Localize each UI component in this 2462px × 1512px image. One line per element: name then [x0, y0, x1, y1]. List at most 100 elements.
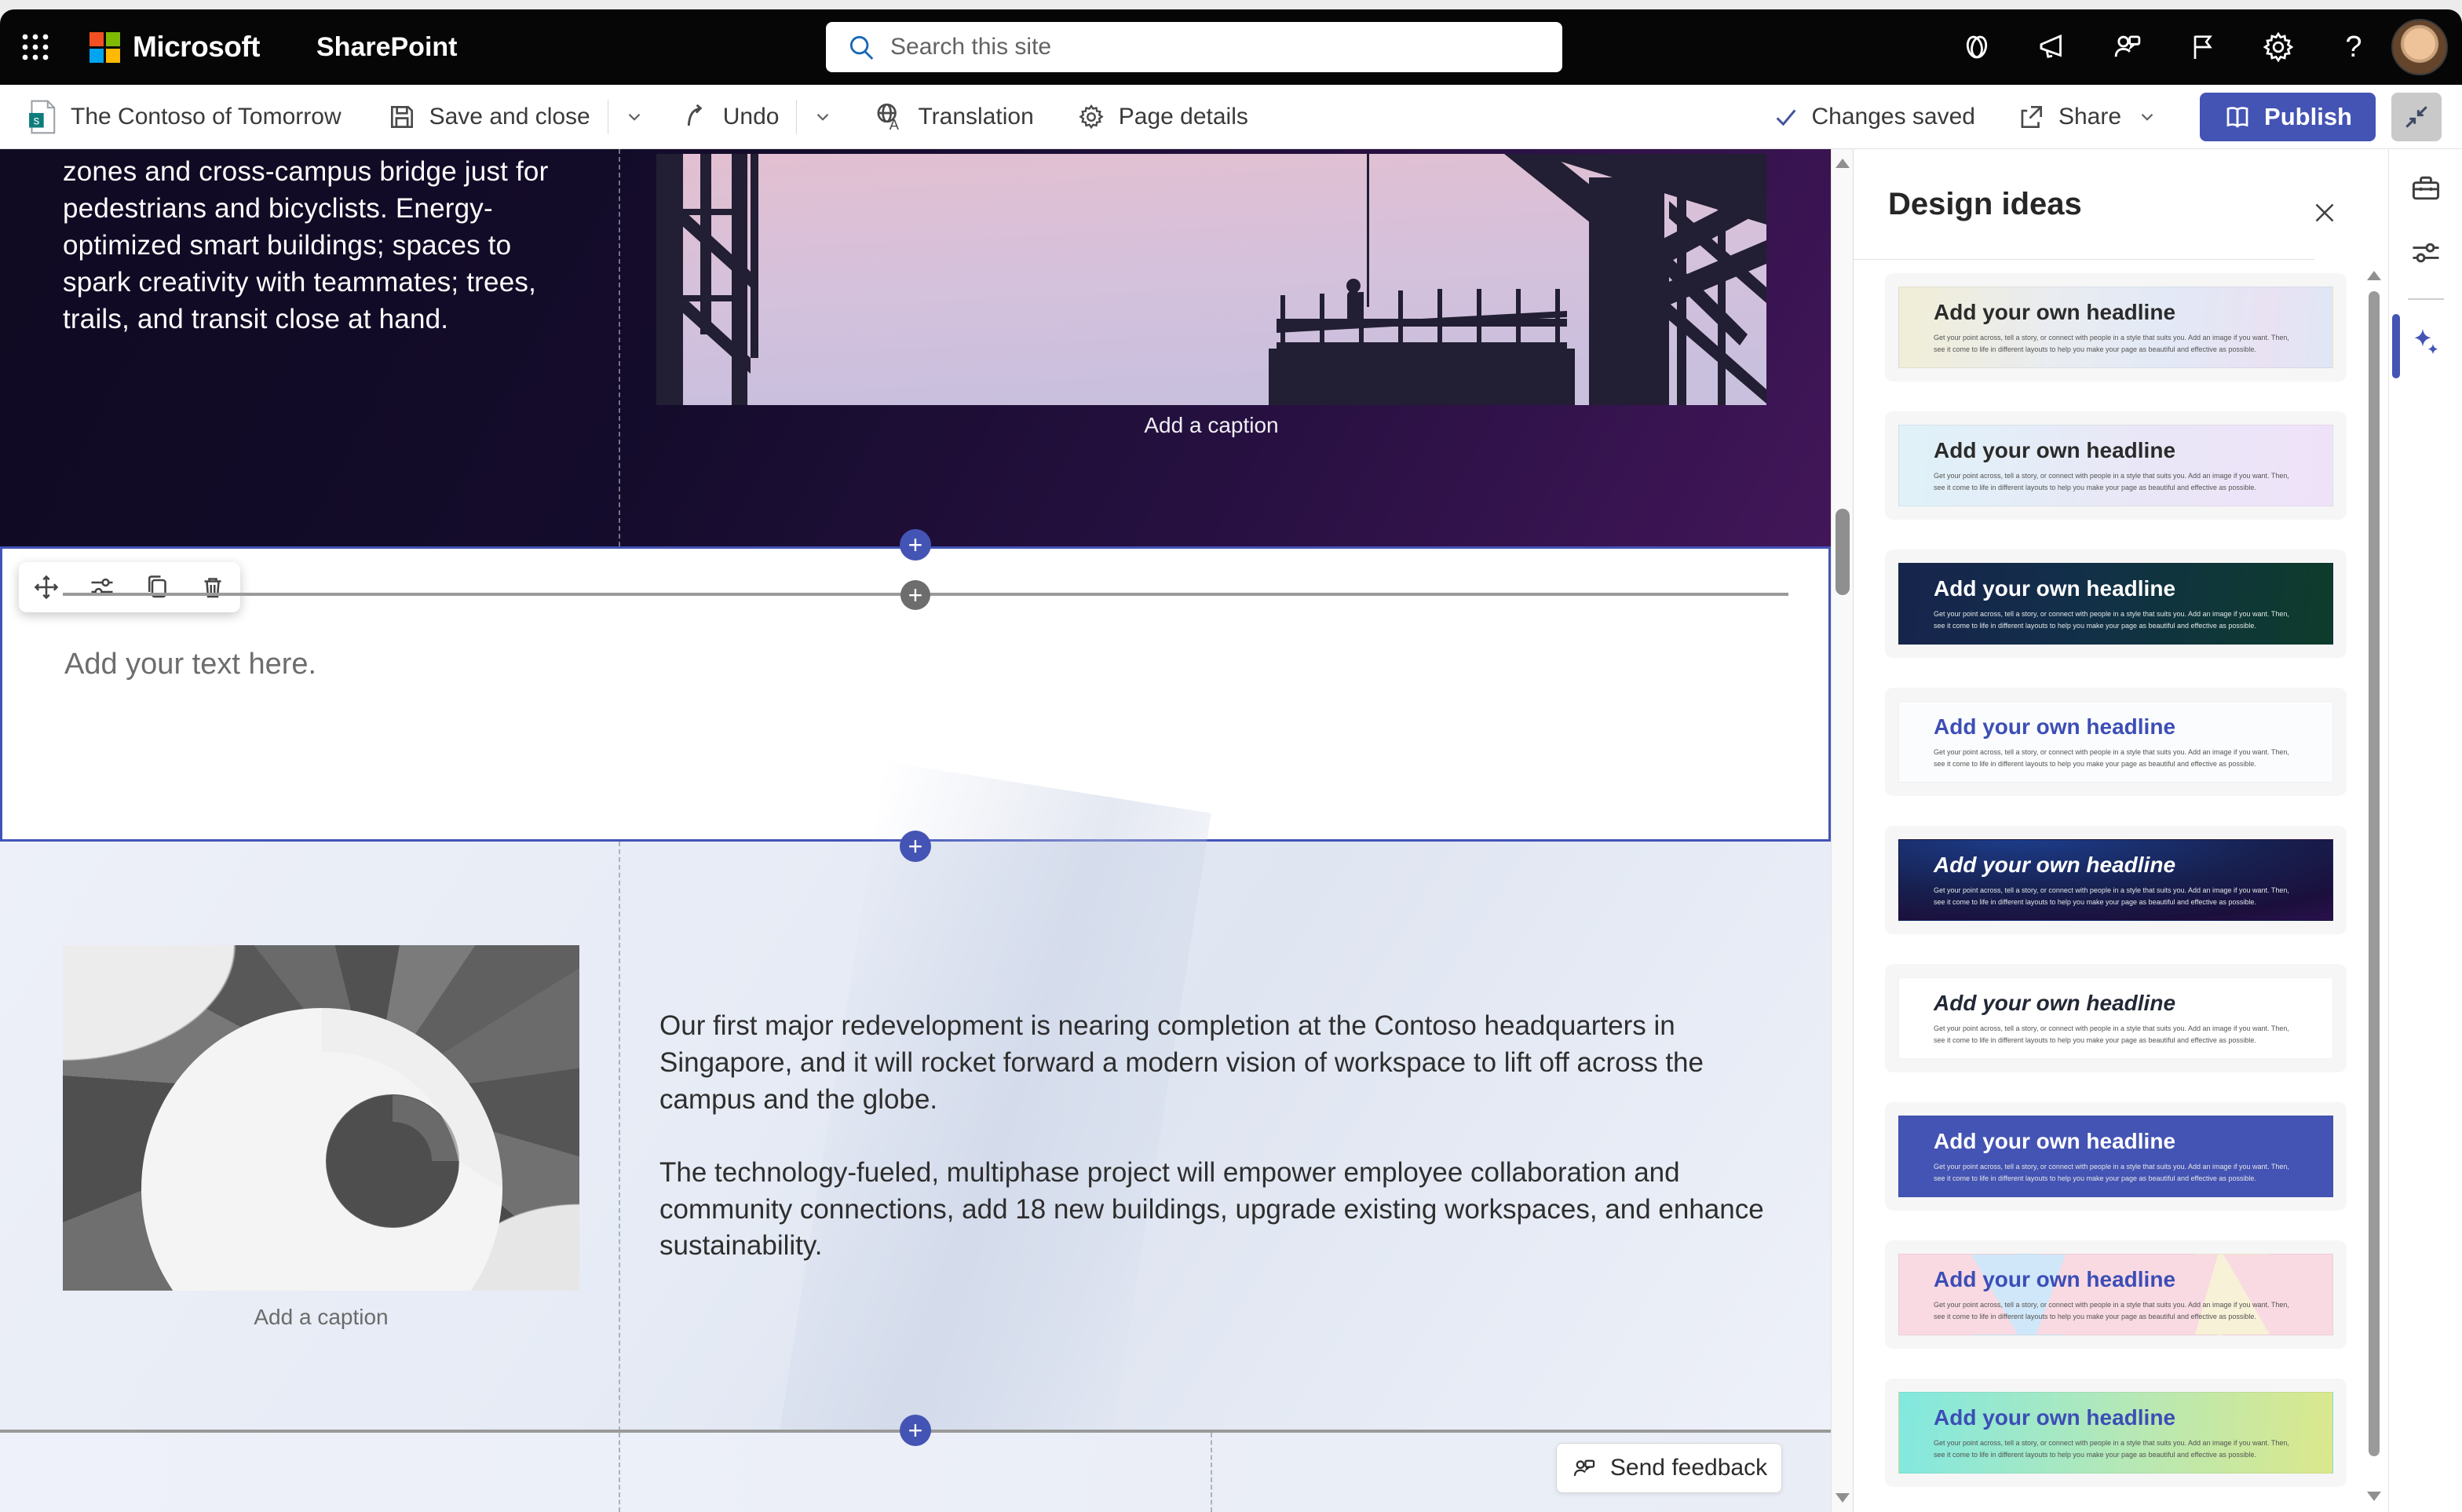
panel-scrollbar[interactable]	[2365, 260, 2383, 1512]
image-caption-placeholder[interactable]: Add a caption	[63, 1305, 579, 1330]
add-webpart-button[interactable]: +	[900, 580, 930, 610]
copilot-icon	[1966, 35, 1988, 59]
svg-text:s: s	[34, 114, 40, 127]
settings-button[interactable]	[2256, 25, 2300, 69]
design-card-headline: Add your own headline	[1934, 438, 2176, 463]
feedback-person-icon	[1573, 1459, 1595, 1477]
design-card-description: Get your point across, tell a story, or …	[1934, 1024, 2289, 1044]
publish-button[interactable]: Publish	[2200, 92, 2376, 141]
body-text-webpart[interactable]: Our first major redevelopment is nearing…	[659, 1008, 1774, 1301]
text-webpart-placeholder[interactable]: Add your text here.	[64, 648, 316, 681]
share-button[interactable]: Share	[2016, 102, 2121, 132]
collapse-arrows-icon	[2405, 105, 2427, 128]
app-launcher-button[interactable]	[0, 9, 71, 85]
hero-text[interactable]: zones and cross-campus bridge just for p…	[63, 154, 565, 338]
page-file-icon: s	[29, 100, 56, 133]
design-card-headline: Add your own headline	[1934, 1267, 2176, 1292]
canvas-scrollbar[interactable]	[1831, 149, 1853, 1512]
plus-icon: +	[908, 832, 923, 860]
scroll-down-arrow[interactable]	[2367, 1492, 2381, 1501]
design-card-description: Get your point across, tell a story, or …	[1934, 1439, 2289, 1459]
undo-button[interactable]: Undo	[681, 102, 780, 132]
translation-icon: A	[877, 103, 900, 132]
design-card-headline: Add your own headline	[1934, 853, 2176, 878]
delete-webpart-button[interactable]	[189, 565, 236, 609]
scroll-down-arrow[interactable]	[1836, 1493, 1850, 1503]
staircase-image[interactable]	[63, 945, 579, 1291]
page-title-item[interactable]: s The Contoso of Tomorrow	[27, 100, 342, 134]
design-idea-card[interactable]: Add your own headline Get your point acr…	[1885, 1379, 2347, 1487]
image-caption-placeholder[interactable]: Add a caption	[656, 413, 1766, 438]
share-icon	[2021, 105, 2042, 128]
announcements-button[interactable]	[2030, 25, 2074, 69]
editor-main: zones and cross-campus bridge just for p…	[0, 149, 2462, 1512]
properties-pane-button[interactable]	[2405, 232, 2447, 274]
design-idea-card[interactable]: Add your own headline Get your point acr…	[1885, 964, 2347, 1072]
save-status-label: Changes saved	[1811, 103, 1975, 130]
save-and-close-label: Save and close	[429, 103, 590, 130]
design-card-description: Get your point across, tell a story, or …	[1934, 886, 2289, 906]
toolbox-button[interactable]	[2405, 167, 2447, 210]
design-card-headline: Add your own headline	[1934, 714, 2176, 740]
undo-options-chevron[interactable]	[808, 102, 838, 132]
search-input[interactable]	[890, 34, 1518, 60]
help-button[interactable]: ?	[2332, 25, 2376, 69]
copy-icon	[148, 575, 167, 598]
account-avatar[interactable]	[2391, 19, 2448, 75]
scroll-up-arrow[interactable]	[2367, 271, 2381, 280]
design-card-headline: Add your own headline	[1934, 300, 2176, 325]
add-section-button-middle[interactable]: +	[900, 831, 931, 862]
flag-icon	[2194, 35, 2212, 59]
translation-button[interactable]: A Translation	[874, 101, 1034, 133]
design-card-description: Get your point across, tell a story, or …	[1934, 472, 2289, 491]
page-details-gear-icon	[1079, 104, 1104, 129]
design-ideas-button[interactable]	[2405, 322, 2447, 364]
edit-properties-icon	[91, 578, 113, 597]
add-section-button-top[interactable]: +	[900, 529, 931, 561]
design-idea-card[interactable]: Add your own headline Get your point acr…	[1885, 273, 2347, 382]
suite-name[interactable]: SharePoint	[316, 32, 457, 63]
paragraph-2: The technology-fueled, multiphase projec…	[659, 1156, 1764, 1262]
save-options-chevron[interactable]	[619, 102, 649, 132]
save-status: Changes saved	[1773, 104, 1975, 130]
microsoft-logo[interactable]: Microsoft	[89, 31, 261, 64]
design-idea-card[interactable]: Add your own headline Get your point acr…	[1885, 1102, 2347, 1211]
design-card-description: Get your point across, tell a story, or …	[1934, 334, 2289, 353]
book-icon	[2226, 106, 2248, 128]
design-idea-preview: Add your own headline Get your point acr…	[1898, 839, 2333, 921]
scrollbar-thumb[interactable]	[2369, 291, 2380, 1456]
move-icon	[34, 575, 59, 600]
scrollbar-thumb[interactable]	[1836, 509, 1850, 595]
site-search	[826, 22, 1562, 72]
share-options-chevron[interactable]	[2132, 102, 2162, 132]
page-details-button[interactable]: Page details	[1076, 102, 1248, 132]
design-idea-card[interactable]: Add your own headline Get your point acr…	[1885, 1240, 2347, 1349]
command-bar: s The Contoso of Tomorrow Save and close…	[0, 85, 2462, 149]
section-body[interactable]: Add a caption Our first major redevelopm…	[0, 842, 1831, 1431]
section-hero[interactable]: zones and cross-campus bridge just for p…	[0, 149, 1831, 546]
design-idea-card[interactable]: Add your own headline Get your point acr…	[1885, 688, 2347, 796]
share-label: Share	[2058, 103, 2122, 130]
move-webpart-button[interactable]	[23, 565, 70, 609]
design-idea-card[interactable]: Add your own headline Get your point acr…	[1885, 826, 2347, 934]
flag-button[interactable]	[2181, 25, 2225, 69]
add-section-button-bottom[interactable]: +	[900, 1415, 931, 1446]
collapse-view-button[interactable]	[2391, 92, 2442, 141]
duplicate-webpart-button[interactable]	[133, 565, 181, 609]
copilot-button[interactable]	[1955, 25, 1999, 69]
design-card-description: Get your point across, tell a story, or …	[1934, 610, 2289, 630]
hero-image[interactable]	[656, 154, 1766, 405]
feedback-button[interactable]	[2106, 25, 2150, 69]
undo-label: Undo	[722, 103, 780, 130]
scroll-up-arrow[interactable]	[1836, 159, 1850, 168]
save-and-close-button[interactable]: Save and close	[387, 102, 590, 132]
close-icon	[2315, 203, 2334, 222]
design-idea-card[interactable]: Add your own headline Get your point acr…	[1885, 550, 2347, 658]
edit-webpart-button[interactable]	[79, 565, 126, 609]
design-idea-preview: Add your own headline Get your point acr…	[1898, 1254, 2333, 1335]
close-panel-button[interactable]	[2307, 195, 2343, 231]
send-feedback-button[interactable]: Send feedback	[1556, 1443, 1782, 1493]
design-idea-card[interactable]: Add your own headline Get your point acr…	[1885, 411, 2347, 520]
chevron-down-icon	[628, 113, 641, 121]
design-card-headline: Add your own headline	[1934, 991, 2176, 1016]
